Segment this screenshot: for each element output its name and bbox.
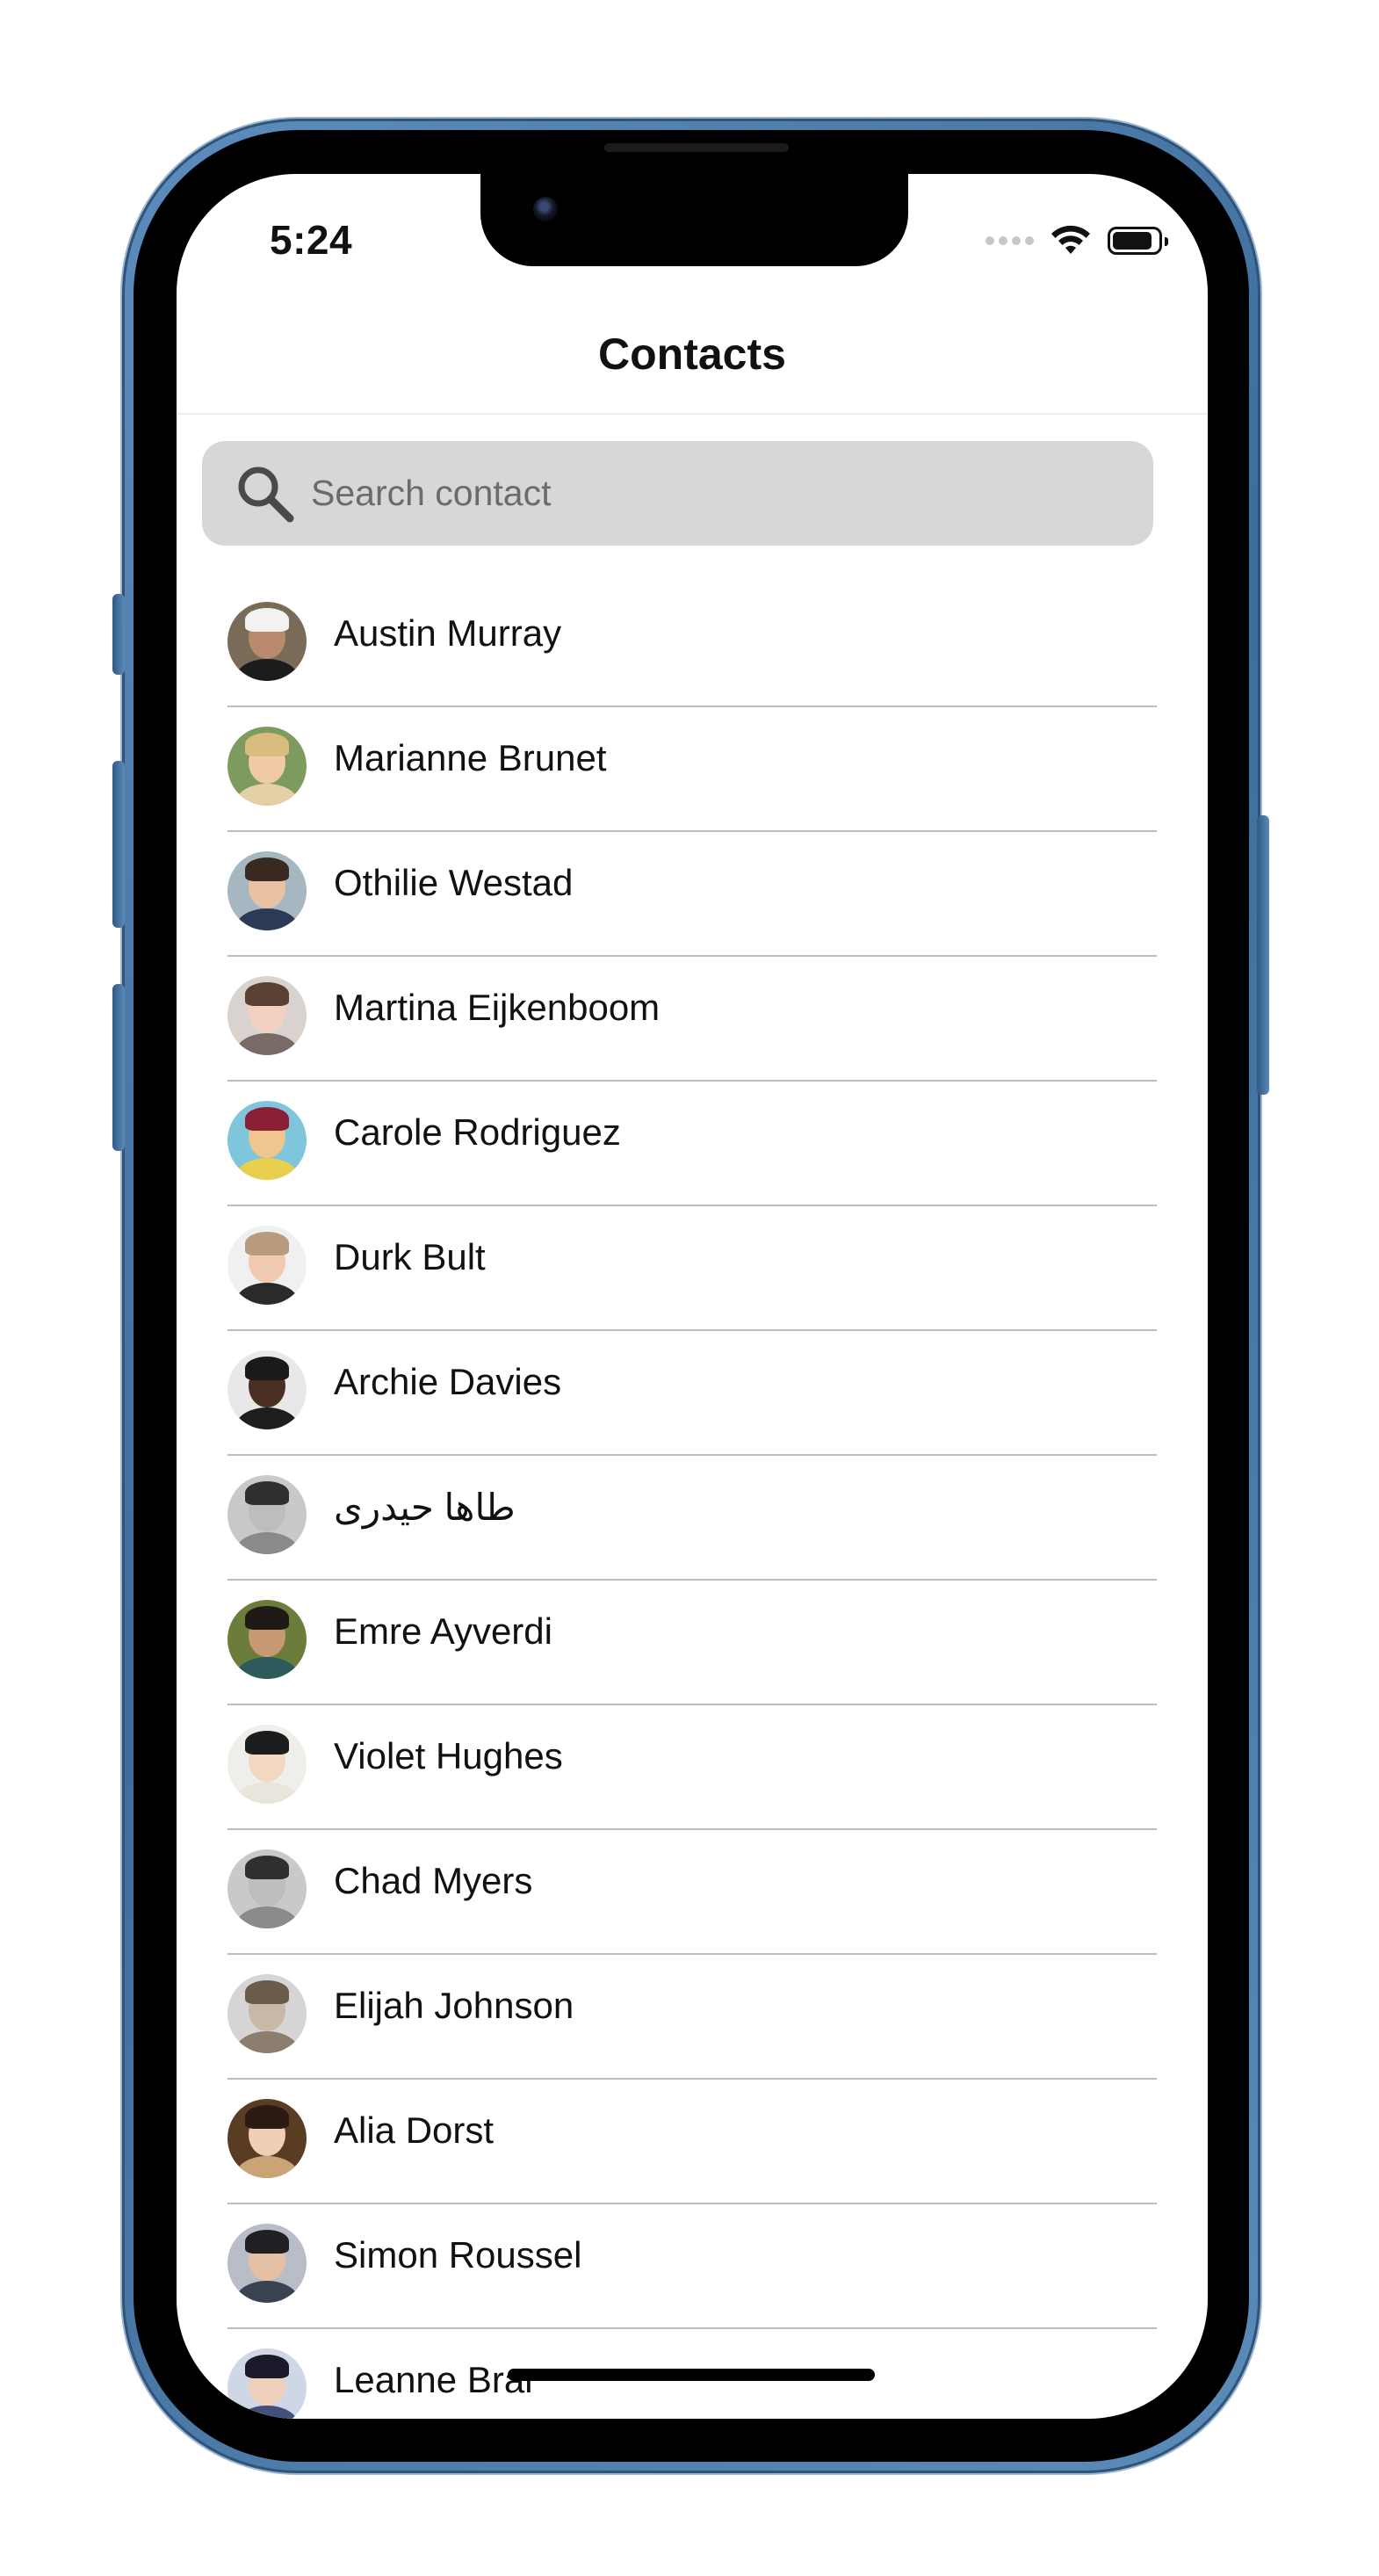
- contact-row[interactable]: Elijah Johnson: [177, 1955, 1208, 2080]
- contact-list: Austin Murray Marianne Brunet Othilie West…: [177, 582, 1208, 2419]
- volume-down-button: [112, 984, 125, 1151]
- app-screen: 5:24 Contacts Austin Murray Marianne Brun…: [177, 174, 1208, 2419]
- search-bar[interactable]: [202, 441, 1153, 546]
- contact-name: Elijah Johnson: [334, 1985, 574, 2026]
- notch: [480, 174, 908, 266]
- contact-avatar: [227, 976, 307, 1055]
- volume-up-button: [112, 761, 125, 928]
- power-button: [1257, 815, 1269, 1095]
- contact-row[interactable]: Durk Bult: [177, 1206, 1208, 1331]
- contact-row[interactable]: Austin Murray: [177, 582, 1208, 707]
- search-input[interactable]: [309, 472, 1103, 515]
- wifi-icon: [1051, 225, 1090, 254]
- contact-row[interactable]: Marianne Brunet: [177, 707, 1208, 832]
- contact-name: Othilie Westad: [334, 862, 574, 903]
- contact-name: Marianne Brunet: [334, 737, 607, 778]
- front-camera: [533, 197, 558, 221]
- contact-avatar: [227, 1226, 307, 1305]
- contact-avatar: [227, 2099, 307, 2178]
- contact-name: Emre Ayverdi: [334, 1610, 552, 1652]
- battery-level-fill: [1113, 232, 1152, 250]
- contact-name: Alia Dorst: [334, 2109, 495, 2151]
- battery-icon: [1108, 227, 1168, 255]
- contact-row[interactable]: Violet Hughes: [177, 1705, 1208, 1830]
- silent-switch: [112, 594, 125, 675]
- contact-avatar: [227, 2224, 307, 2303]
- contact-name: Violet Hughes: [334, 1735, 563, 1776]
- contact-avatar: [227, 1475, 307, 1554]
- cellular-signal-icon: [986, 236, 1034, 245]
- contact-avatar: [227, 602, 307, 681]
- status-bar-icons: [986, 223, 1168, 258]
- contact-row[interactable]: Martina Eijkenboom: [177, 957, 1208, 1082]
- battery-cap: [1165, 237, 1168, 246]
- page-title: Contacts: [598, 329, 786, 379]
- contact-name: Simon Roussel: [334, 2234, 582, 2276]
- contact-name: Carole Rodriguez: [334, 1111, 621, 1153]
- contact-row[interactable]: Alia Dorst: [177, 2080, 1208, 2204]
- contact-avatar: [227, 1101, 307, 1180]
- contact-row[interactable]: Othilie Westad: [177, 832, 1208, 957]
- contact-avatar: [227, 727, 307, 806]
- contact-avatar: [227, 1849, 307, 1928]
- earpiece-speaker: [604, 143, 789, 152]
- navigation-bar: Contacts: [177, 306, 1208, 415]
- contact-row[interactable]: Emre Ayverdi: [177, 1581, 1208, 1705]
- contact-row[interactable]: Simon Roussel: [177, 2204, 1208, 2329]
- contact-avatar: [227, 1350, 307, 1429]
- contact-avatar: [227, 1725, 307, 1804]
- contact-name: Martina Eijkenboom: [334, 987, 661, 1028]
- status-bar-time: 5:24: [270, 217, 353, 263]
- contact-row[interactable]: Carole Rodriguez: [177, 1082, 1208, 1206]
- contact-name: Leanne Brar: [334, 2359, 538, 2400]
- contact-name: Austin Murray: [334, 612, 562, 654]
- contact-row[interactable]: Archie Davies: [177, 1331, 1208, 1456]
- contact-avatar: [227, 2348, 307, 2419]
- contact-row[interactable]: طاها حیدری: [177, 1456, 1208, 1581]
- home-indicator[interactable]: [508, 2369, 875, 2381]
- contact-avatar: [227, 1974, 307, 2053]
- contact-name: Archie Davies: [334, 1361, 562, 1402]
- contact-row[interactable]: Chad Myers: [177, 1830, 1208, 1955]
- contact-name: طاها حیدری: [334, 1487, 516, 1528]
- contact-name: Chad Myers: [334, 1860, 533, 1901]
- search-icon: [234, 462, 297, 525]
- contact-avatar: [227, 851, 307, 930]
- contact-avatar: [227, 1600, 307, 1679]
- contact-name: Durk Bult: [334, 1236, 486, 1277]
